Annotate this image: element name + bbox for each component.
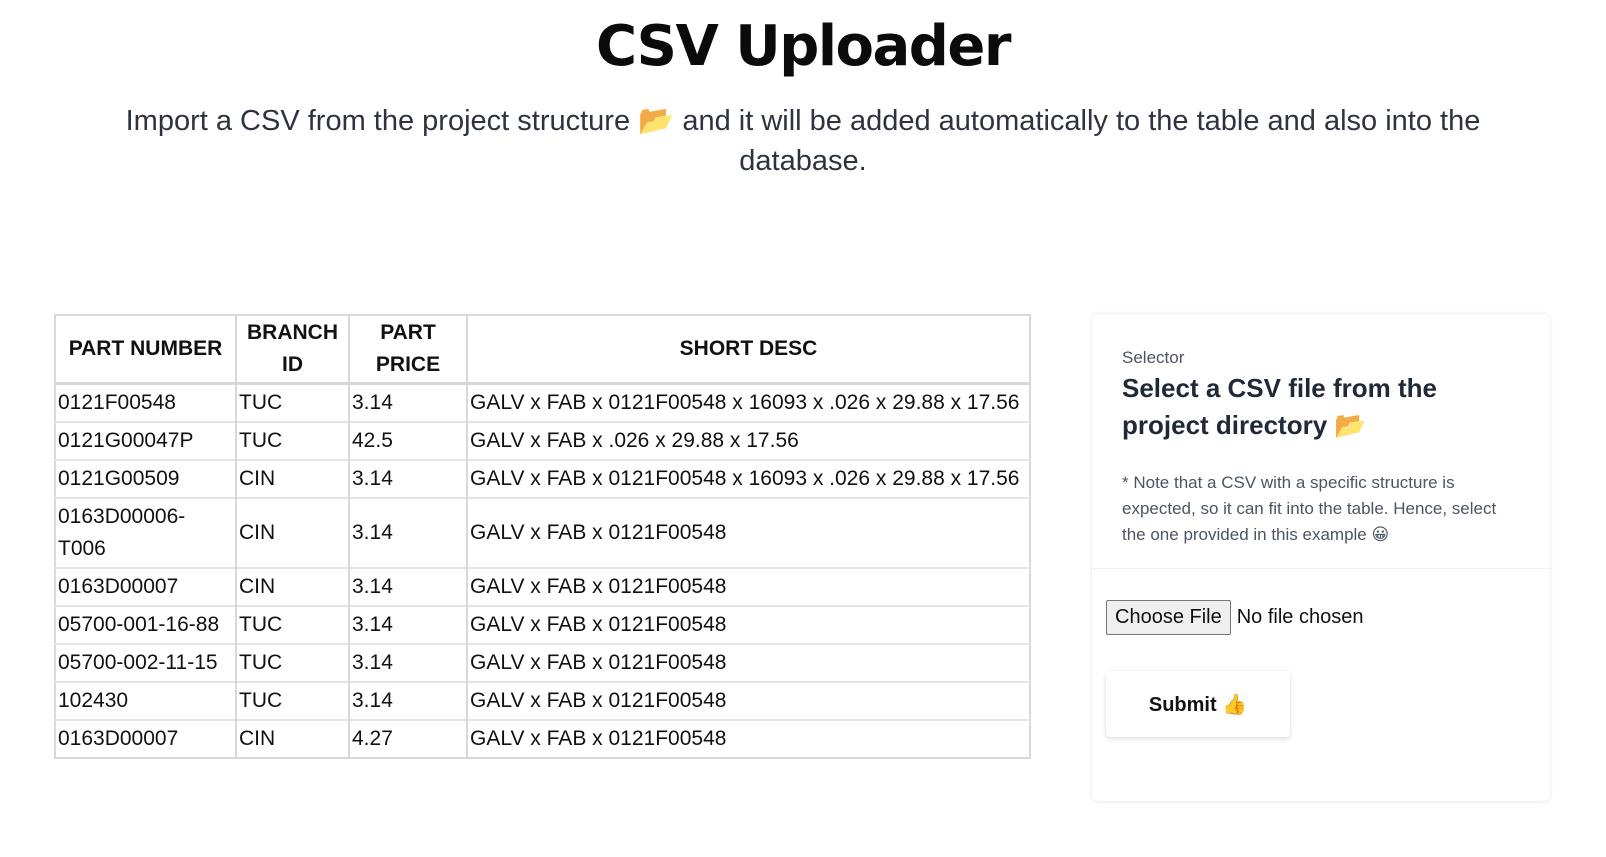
page-title: CSV Uploader: [595, 14, 1012, 79]
cell-part-price: 3.14: [349, 459, 468, 498]
cell-branch-id: CIN: [236, 459, 350, 498]
column-header-part-price: PART PRICE: [349, 315, 468, 385]
cell-short-desc: GALV x FAB x 0121F00548: [467, 681, 1030, 720]
table-body: 0121F00548 TUC 3.14 GALV x FAB x 0121F00548…: [55, 382, 1030, 758]
cell-part-price: 3.14: [349, 567, 468, 606]
cell-part-price: 3.14: [349, 681, 468, 720]
card-divider: [1092, 568, 1550, 569]
cell-short-desc: GALV x FAB x 0121F00548: [467, 497, 1030, 568]
table-row: 0121G00509 CIN 3.14 GALV x FAB x 0121F00548…: [55, 459, 1030, 498]
table-row: 0163D00007 CIN 3.14 GALV x FAB x 0121F00548: [55, 567, 1030, 606]
column-header-branch-id: BRANCH ID: [236, 315, 350, 385]
cell-branch-id: TUC: [236, 421, 350, 460]
cell-branch-id: TUC: [236, 382, 350, 422]
cell-part-price: 3.14: [349, 605, 468, 644]
cell-branch-id: TUC: [236, 681, 350, 720]
file-input[interactable]: Choose File No file chosen: [1106, 600, 1363, 635]
cell-part-number: 0121G00509: [55, 459, 237, 498]
cell-short-desc: GALV x FAB x 0121F00548: [467, 605, 1030, 644]
table-row: 05700-002-11-15 TUC 3.14 GALV x FAB x 0121F…: [55, 643, 1030, 682]
submit-label: Submit: [1148, 693, 1217, 716]
parts-table: PART NUMBER BRANCH ID PART PRICE SHORT D…: [54, 314, 1031, 759]
subtitle-text-start: Import a CSV from the project structure: [125, 105, 631, 137]
subtitle-text-end: and it will be added automatically to th…: [682, 105, 1481, 177]
column-header-short-desc: SHORT DESC: [467, 315, 1030, 385]
selector-card: Selector Select a CSV file from the proj…: [1092, 314, 1550, 801]
page-subtitle: Import a CSV from the project structure …: [80, 100, 1526, 181]
smiley-icon: 😀: [1371, 525, 1390, 545]
submit-button[interactable]: Submit 👍: [1106, 671, 1290, 737]
cell-part-number: 0163D00007: [55, 567, 237, 606]
table-row: 0163D00007 CIN 4.27 GALV x FAB x 0121F00548: [55, 719, 1030, 758]
cell-part-number: 0121G00047P: [55, 421, 237, 460]
cell-branch-id: TUC: [236, 605, 350, 644]
column-header-part-number: PART NUMBER: [55, 315, 237, 385]
folder-icon: 📂: [1334, 411, 1367, 441]
table-row: 0163D00006-T006 CIN 3.14 GALV x FAB x 0121F…: [55, 497, 1030, 568]
cell-part-price: 3.14: [349, 643, 468, 682]
parts-table-container: PART NUMBER BRANCH ID PART PRICE SHORT D…: [54, 314, 1031, 759]
cell-short-desc: GALV x FAB x .026 x 29.88 x 17.56: [467, 421, 1030, 460]
choose-file-button[interactable]: Choose File: [1106, 600, 1231, 635]
cell-part-number: 0163D00007: [55, 719, 237, 758]
cell-short-desc: GALV x FAB x 0121F00548: [467, 719, 1030, 758]
cell-part-number: 05700-001-16-88: [55, 605, 237, 644]
folder-icon: 📂: [638, 103, 675, 137]
cell-branch-id: CIN: [236, 567, 350, 606]
cell-branch-id: CIN: [236, 497, 350, 568]
selector-note-text: * Note that a CSV with a specific struct…: [1122, 473, 1497, 544]
cell-part-price: 3.14: [349, 382, 468, 422]
cell-part-number: 102430: [55, 681, 237, 720]
cell-part-price: 42.5: [349, 421, 468, 460]
selector-heading-text: Select a CSV file from the project direc…: [1122, 373, 1437, 440]
selector-heading: Select a CSV file from the project direc…: [1122, 370, 1522, 445]
cell-short-desc: GALV x FAB x 0121F00548 x 16093 x .026 x…: [467, 459, 1030, 498]
cell-part-number: 05700-002-11-15: [55, 643, 237, 682]
cell-branch-id: CIN: [236, 719, 350, 758]
cell-branch-id: TUC: [236, 643, 350, 682]
table-row: 102430 TUC 3.14 GALV x FAB x 0121F00548: [55, 681, 1030, 720]
cell-short-desc: GALV x FAB x 0121F00548 x 16093 x .026 x…: [467, 382, 1030, 422]
selector-note: * Note that a CSV with a specific struct…: [1122, 470, 1522, 548]
table-row: 05700-001-16-88 TUC 3.14 GALV x FAB x 0121F…: [55, 605, 1030, 644]
file-status-text: No file chosen: [1236, 606, 1364, 628]
cell-part-number: 0163D00006-T006: [55, 497, 237, 568]
table-row: 0121F00548 TUC 3.14 GALV x FAB x 0121F00548…: [55, 382, 1030, 422]
selector-eyebrow: Selector: [1122, 348, 1185, 367]
thumbs-up-icon: 👍: [1222, 691, 1248, 716]
cell-short-desc: GALV x FAB x 0121F00548: [467, 567, 1030, 606]
table-header-row: PART NUMBER BRANCH ID PART PRICE SHORT D…: [55, 315, 1030, 385]
cell-part-number: 0121F00548: [55, 382, 237, 422]
cell-short-desc: GALV x FAB x 0121F00548: [467, 643, 1030, 682]
table-row: 0121G00047P TUC 42.5 GALV x FAB x .026 x 29…: [55, 421, 1030, 460]
cell-part-price: 3.14: [349, 497, 468, 568]
cell-part-price: 4.27: [349, 719, 468, 758]
